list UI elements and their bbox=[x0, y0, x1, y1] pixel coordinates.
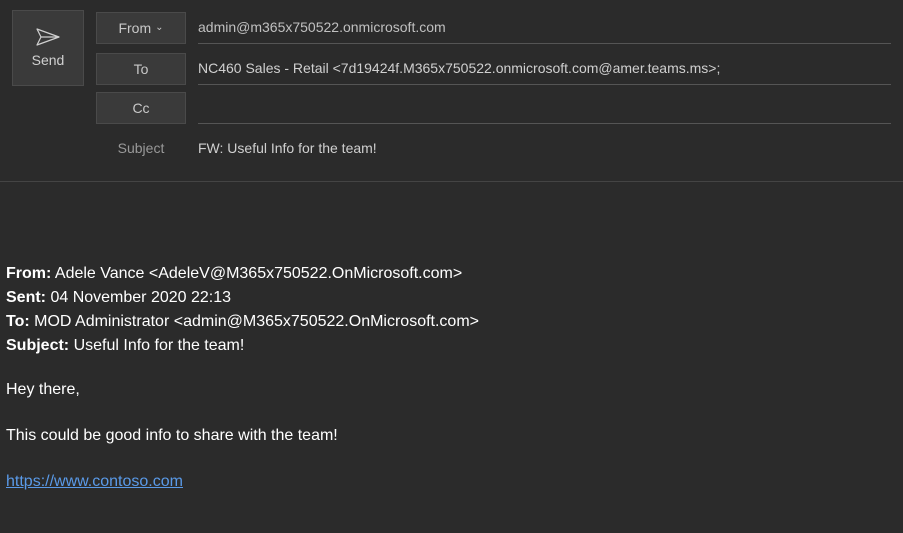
quoted-to-label: To: bbox=[6, 313, 30, 330]
quoted-from-label: From: bbox=[6, 265, 51, 282]
chevron-down-icon: ⌄ bbox=[155, 22, 163, 33]
quoted-sent-value: 04 November 2020 22:13 bbox=[46, 289, 231, 306]
body-greeting: Hey there, bbox=[6, 378, 897, 402]
cc-button[interactable]: Cc bbox=[96, 92, 186, 124]
to-button[interactable]: To bbox=[96, 53, 186, 85]
body-line1: This could be good info to share with th… bbox=[6, 424, 897, 448]
body-text: Hey there, This could be good info to sh… bbox=[6, 378, 897, 494]
quoted-headers: From: Adele Vance <AdeleV@M365x750522.On… bbox=[6, 262, 897, 358]
from-value[interactable]: admin@m365x750522.onmicrosoft.com bbox=[198, 12, 891, 44]
subject-label: Subject bbox=[96, 140, 186, 156]
from-button[interactable]: From ⌄ bbox=[96, 12, 186, 44]
quoted-to-value: MOD Administrator <admin@M365x750522.OnM… bbox=[30, 313, 479, 330]
send-button[interactable]: Send bbox=[12, 10, 84, 86]
cc-field[interactable] bbox=[198, 92, 891, 124]
cc-label: Cc bbox=[132, 100, 149, 116]
quoted-subject-label: Subject: bbox=[6, 337, 69, 354]
send-icon bbox=[36, 28, 60, 46]
compose-header: Send From ⌄ admin@m365x750522.onmicrosof… bbox=[0, 0, 903, 167]
from-label: From bbox=[118, 20, 151, 36]
quoted-subject-value: Useful Info for the team! bbox=[69, 337, 244, 354]
subject-field[interactable]: FW: Useful Info for the team! bbox=[198, 134, 891, 162]
quoted-from-value: Adele Vance <AdeleV@M365x750522.OnMicros… bbox=[51, 265, 462, 282]
message-body[interactable]: From: Adele Vance <AdeleV@M365x750522.On… bbox=[0, 182, 903, 526]
to-label: To bbox=[134, 61, 149, 77]
to-field[interactable]: NC460 Sales - Retail <7d19424f.M365x7505… bbox=[198, 53, 891, 85]
send-label: Send bbox=[32, 52, 65, 68]
body-link[interactable]: https://www.contoso.com bbox=[6, 473, 183, 490]
quoted-sent-label: Sent: bbox=[6, 289, 46, 306]
